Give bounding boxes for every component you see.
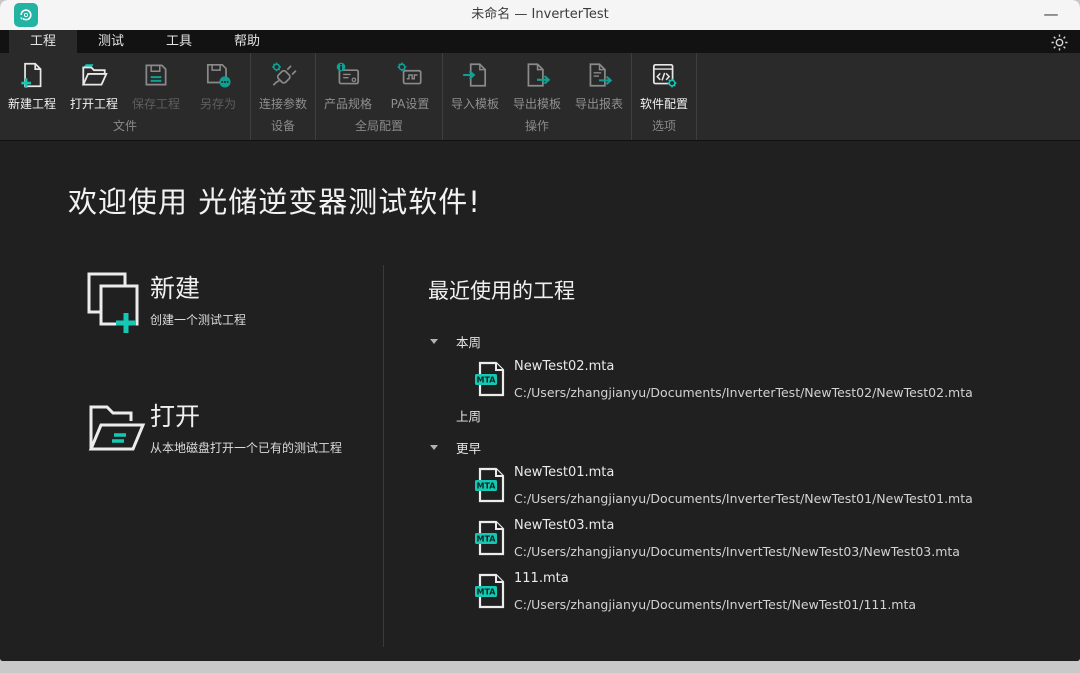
- recent-projects-heading: 最近使用的工程: [428, 275, 575, 305]
- file-path: C:/Users/zhangjianyu/Documents/InvertTes…: [514, 544, 960, 559]
- save-as-icon: [203, 60, 233, 90]
- import-template-button: 导入模板: [444, 55, 506, 114]
- tree-group-last-week[interactable]: 上周: [430, 407, 481, 423]
- new-project-button[interactable]: 新建工程: [1, 55, 63, 114]
- minimize-button[interactable]: —: [1034, 0, 1068, 30]
- export-report-icon: [584, 60, 614, 90]
- svg-text:MTA: MTA: [477, 376, 497, 385]
- theme-toggle-button[interactable]: [1048, 32, 1070, 52]
- new-action-title: 新建: [150, 269, 200, 305]
- sun-icon: [1051, 34, 1068, 51]
- save-project-button: 保存工程: [125, 55, 187, 114]
- connection-params-icon: [268, 60, 298, 90]
- mta-file-icon: MTA: [474, 520, 506, 556]
- pa-settings-icon: [395, 60, 425, 90]
- export-template-button: 导出模板: [506, 55, 568, 114]
- open-project-button[interactable]: 打开工程: [63, 55, 125, 114]
- recent-file-newtest01[interactable]: MTA NewTest01.mta C:/Users/zhangjianyu/D…: [474, 465, 1034, 513]
- ribbon-group-label-options: 选项: [633, 114, 695, 140]
- export-template-icon: [522, 60, 552, 90]
- open-folder-icon: [86, 399, 148, 455]
- chevron-down-icon: [430, 339, 438, 344]
- save-project-icon: [141, 60, 171, 90]
- ribbon-group-label-operations: 操作: [444, 114, 630, 140]
- software-config-button[interactable]: 软件配置: [633, 55, 695, 114]
- software-config-icon: [649, 60, 679, 90]
- open-project-icon: [79, 60, 109, 90]
- export-report-button: 导出报表: [568, 55, 630, 114]
- ribbon-group-label-global-config: 全局配置: [317, 114, 441, 140]
- svg-text:MTA: MTA: [477, 535, 497, 544]
- chevron-down-icon: [430, 445, 438, 450]
- save-as-button: 另存为: [187, 55, 249, 114]
- tree-group-this-week[interactable]: 本周: [430, 333, 481, 349]
- open-action-title: 打开: [150, 397, 200, 433]
- connection-params-button: 连接参数: [252, 55, 314, 114]
- ribbon-group-options: 软件配置 选项: [632, 53, 697, 140]
- ribbon-toolbar: 新建工程 打开工程 保存工程: [0, 53, 1080, 141]
- menu-tab-bar: 工程 测试 工具 帮助: [0, 30, 1080, 53]
- app-window: 未命名 — InverterTest — 工程 测试 工具 帮助: [0, 0, 1080, 661]
- svg-text:MTA: MTA: [477, 482, 497, 491]
- file-name: NewTest01.mta: [514, 465, 614, 480]
- mta-file-icon: MTA: [474, 361, 506, 397]
- recent-file-newtest02[interactable]: MTA NewTest02.mta C:/Users/zhangjianyu/D…: [474, 359, 1034, 407]
- tab-test[interactable]: 测试: [77, 30, 145, 53]
- new-action-subtitle: 创建一个测试工程: [150, 311, 246, 328]
- tab-project[interactable]: 工程: [9, 30, 77, 53]
- welcome-page: 欢迎使用 光储逆变器测试软件! 新建 创建一个测试工程 打开 从本地磁盘打开一个…: [0, 141, 1080, 661]
- file-path: C:/Users/zhangjianyu/Documents/InverterT…: [514, 491, 973, 506]
- file-path: C:/Users/zhangjianyu/Documents/InverterT…: [514, 385, 973, 400]
- recent-file-111[interactable]: MTA 111.mta C:/Users/zhangjianyu/Documen…: [474, 571, 1034, 619]
- tab-tools[interactable]: 工具: [145, 30, 213, 53]
- tree-group-earlier[interactable]: 更早: [430, 439, 481, 455]
- section-divider: [383, 265, 384, 647]
- file-path: C:/Users/zhangjianyu/Documents/InvertTes…: [514, 597, 916, 612]
- tab-help[interactable]: 帮助: [213, 30, 281, 53]
- mta-file-icon: MTA: [474, 573, 506, 609]
- file-name: 111.mta: [514, 571, 569, 586]
- window-title: 未命名 — InverterTest: [0, 0, 1080, 30]
- ribbon-group-device: 连接参数 设备: [251, 53, 316, 140]
- svg-text:MTA: MTA: [477, 588, 497, 597]
- file-name: NewTest02.mta: [514, 359, 614, 374]
- recent-file-newtest03[interactable]: MTA NewTest03.mta C:/Users/zhangjianyu/D…: [474, 518, 1034, 566]
- product-spec-icon: [333, 60, 363, 90]
- import-template-icon: [460, 60, 490, 90]
- welcome-heading: 欢迎使用 光储逆变器测试软件!: [68, 179, 481, 221]
- pa-settings-button: PA设置: [379, 55, 441, 114]
- new-document-icon: [86, 271, 144, 335]
- open-action-subtitle: 从本地磁盘打开一个已有的测试工程: [150, 439, 342, 456]
- ribbon-group-global-config: 产品规格 PA设置 全局配置: [316, 53, 443, 140]
- title-bar: 未命名 — InverterTest —: [0, 0, 1080, 30]
- file-name: NewTest03.mta: [514, 518, 614, 533]
- product-spec-button: 产品规格: [317, 55, 379, 114]
- new-project-icon: [17, 60, 47, 90]
- ribbon-group-label-file: 文件: [1, 114, 249, 140]
- ribbon-group-file: 新建工程 打开工程 保存工程: [0, 53, 251, 140]
- mta-file-icon: MTA: [474, 467, 506, 503]
- ribbon-group-operations: 导入模板 导出模板: [443, 53, 632, 140]
- ribbon-group-label-device: 设备: [252, 114, 314, 140]
